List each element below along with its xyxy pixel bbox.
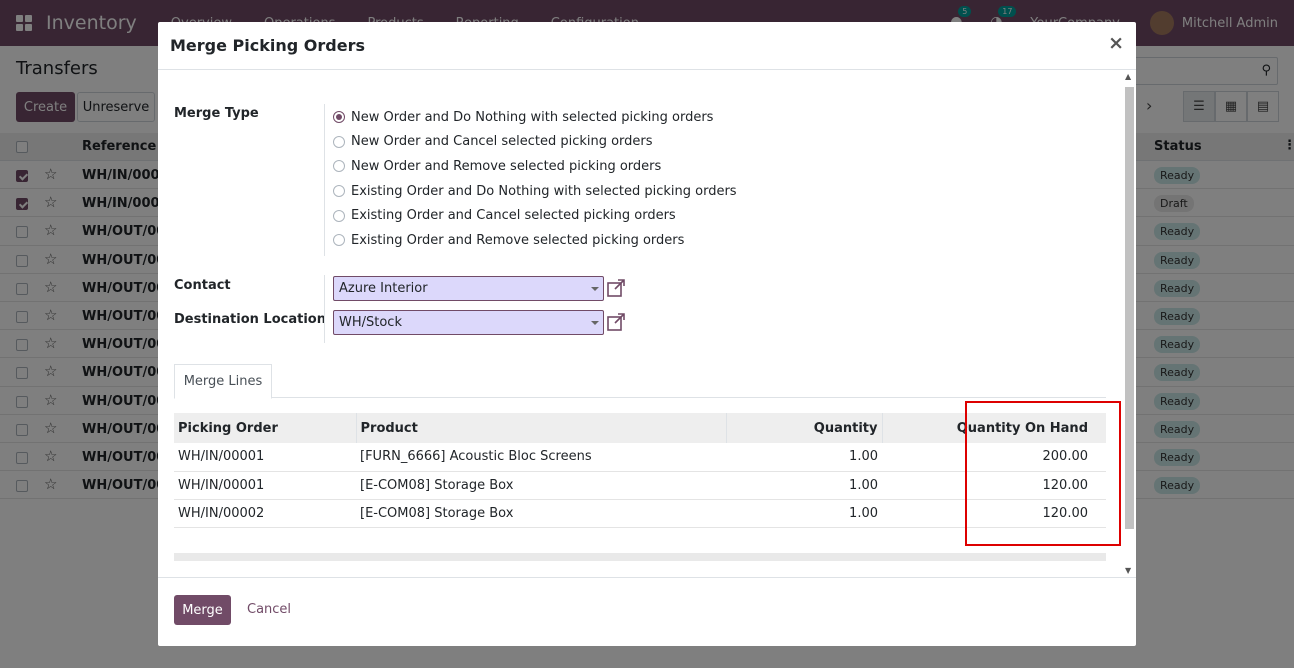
contact-value: Azure Interior [339, 281, 428, 296]
destination-location-field[interactable]: WH/Stock [333, 310, 604, 335]
destination-location-value: WH/Stock [339, 315, 402, 330]
merge-type-label: Merge Type [174, 106, 259, 121]
merge-type-radio-group: New Order and Do Nothing with selected p… [333, 105, 737, 253]
merge-type-option[interactable]: Existing Order and Cancel selected picki… [333, 203, 737, 228]
radio-button[interactable] [333, 234, 345, 247]
chevron-down-icon[interactable] [591, 321, 599, 325]
merge-type-option[interactable]: New Order and Cancel selected picking or… [333, 130, 737, 155]
merge-type-option[interactable]: New Order and Do Nothing with selected p… [333, 105, 737, 130]
merge-type-option-label: New Order and Remove selected picking or… [351, 158, 662, 174]
radio-button[interactable] [333, 135, 345, 148]
destination-location-label: Destination Location [174, 312, 326, 327]
scrollbar-thumb[interactable] [1125, 87, 1134, 529]
cancel-button[interactable]: Cancel [247, 602, 291, 617]
merge-type-option[interactable]: Existing Order and Remove selected picki… [333, 228, 737, 253]
cell-product: [FURN_6666] Acoustic Bloc Screens [356, 443, 726, 472]
merge-picking-dialog: Merge Picking Orders × Merge Type New Or… [158, 22, 1136, 646]
cell-product: [E-COM08] Storage Box [356, 471, 726, 500]
cell-picking-order: WH/IN/00001 [174, 443, 356, 472]
modal-title: Merge Picking Orders [170, 36, 365, 55]
cell-quantity: 1.00 [726, 471, 882, 500]
modal-footer: Merge Cancel [158, 577, 1136, 646]
radio-button[interactable] [333, 111, 345, 124]
scroll-up-icon[interactable]: ▲ [1125, 72, 1131, 81]
merge-type-option[interactable]: New Order and Remove selected picking or… [333, 154, 737, 179]
notebook-tabs: Merge Lines [174, 364, 1106, 399]
cell-picking-order: WH/IN/00002 [174, 499, 356, 528]
highlight-annotation [965, 401, 1121, 546]
merge-button[interactable]: Merge [174, 595, 231, 625]
cell-picking-order: WH/IN/00001 [174, 471, 356, 500]
merge-type-option-label: New Order and Do Nothing with selected p… [351, 109, 714, 125]
field-separator [324, 104, 325, 256]
tab-merge-lines[interactable]: Merge Lines [174, 364, 272, 399]
modal-body: Merge Type New Order and Do Nothing with… [158, 70, 1136, 577]
cell-quantity: 1.00 [726, 499, 882, 528]
column-product[interactable]: Product [356, 413, 727, 443]
radio-button[interactable] [333, 185, 345, 198]
merge-type-option-label: Existing Order and Do Nothing with selec… [351, 183, 737, 199]
merge-type-option-label: Existing Order and Cancel selected picki… [351, 208, 676, 224]
external-link-icon[interactable] [606, 278, 626, 298]
column-picking-order[interactable]: Picking Order [174, 413, 357, 443]
column-quantity[interactable]: Quantity [726, 413, 883, 443]
radio-button[interactable] [333, 160, 345, 173]
merge-type-option-label: Existing Order and Remove selected picki… [351, 232, 685, 248]
radio-button[interactable] [333, 209, 345, 222]
external-link-icon[interactable] [606, 312, 626, 332]
contact-field[interactable]: Azure Interior [333, 276, 604, 301]
cell-product: [E-COM08] Storage Box [356, 499, 726, 528]
merge-type-option-label: New Order and Cancel selected picking or… [351, 134, 653, 150]
merge-type-option[interactable]: Existing Order and Do Nothing with selec… [333, 179, 737, 204]
scroll-down-icon[interactable]: ▼ [1125, 566, 1131, 575]
vertical-scrollbar[interactable]: ▲ ▼ [1124, 72, 1134, 575]
field-separator [324, 275, 325, 343]
chevron-down-icon[interactable] [591, 287, 599, 291]
horizontal-scrollbar[interactable] [174, 553, 1106, 561]
cell-quantity: 1.00 [726, 443, 882, 472]
close-icon[interactable]: × [1108, 32, 1124, 54]
contact-label: Contact [174, 278, 231, 293]
modal-header: Merge Picking Orders × [158, 22, 1136, 70]
